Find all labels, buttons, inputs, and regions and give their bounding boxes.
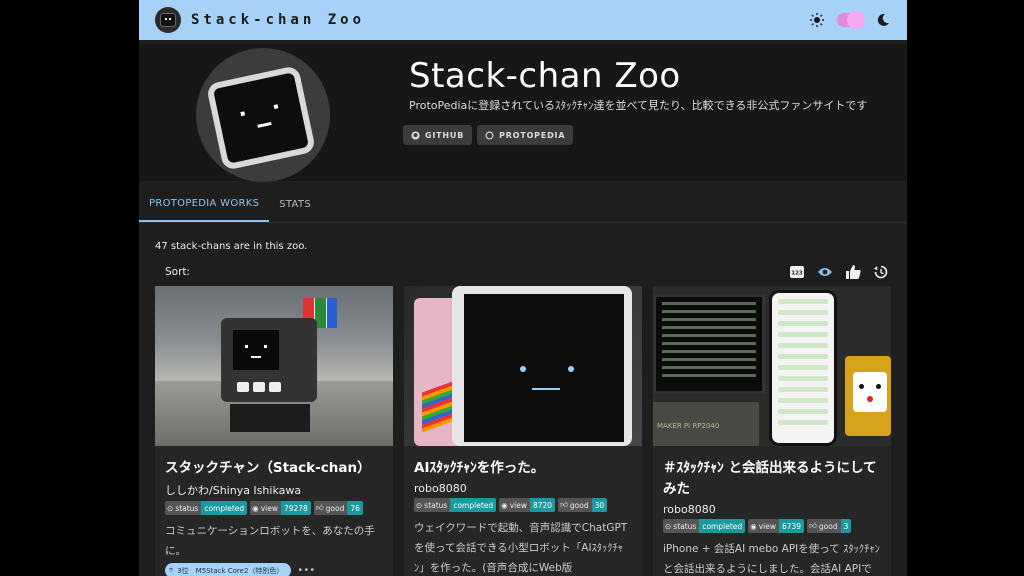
eye-icon: ◉	[501, 500, 508, 510]
sort-row: Sort: 123	[165, 264, 889, 280]
github-label: GITHUB	[425, 130, 465, 140]
check-circle-icon: ⊙	[416, 500, 423, 510]
medal-icon: ⌾	[169, 566, 174, 574]
view-badge: ◉ view 6739	[748, 519, 805, 533]
card-title[interactable]: ＃ｽﾀｯｸﾁｬﾝ と会話出来るようにしてみた	[663, 458, 881, 500]
sun-icon	[807, 10, 827, 30]
sort-label: Sort:	[165, 266, 191, 278]
svg-text:123: 123	[791, 271, 803, 277]
zoo-count: 47 stack-chans are in this zoo.	[155, 241, 308, 252]
eye-icon[interactable]	[817, 264, 833, 280]
thumbs-up-icon[interactable]	[845, 264, 861, 280]
card-author: robo8080	[414, 482, 467, 495]
protopedia-label: PROTOPEDIA	[499, 130, 566, 140]
hero-banner: Stack-chan Zoo ProtoPediaに登録されているｽﾀｯｸﾁｬﾝ…	[139, 44, 907, 182]
eye-icon: ◉	[252, 503, 259, 513]
github-icon	[411, 130, 420, 140]
app-window: Stack-chan Zoo Stack-chan Zoo ProtoPedia…	[139, 0, 907, 576]
card-title[interactable]: AIｽﾀｯｸﾁｬﾝを作った。	[414, 458, 632, 479]
card-thumbnail[interactable]	[404, 286, 642, 446]
work-card[interactable]: スタックチャン（Stack-chan） ししかわ/Shinya Ishikawa…	[155, 286, 393, 576]
status-badge: ⊙ status completed	[663, 519, 746, 533]
brand-title[interactable]: Stack-chan Zoo	[191, 12, 365, 28]
card-description: iPhone + 会話AI mebo APIを使って ｽﾀｯｸﾁｬﾝと会話出来る…	[663, 543, 880, 575]
stack-chan-logo-icon[interactable]	[155, 7, 181, 33]
more-icon[interactable]: •••	[297, 565, 315, 576]
history-icon[interactable]	[873, 264, 889, 280]
thumbs-up-icon: 👍︎	[560, 500, 568, 509]
top-bar: Stack-chan Zoo	[139, 0, 907, 40]
work-card[interactable]: MAKER PI RP2040 ＃ｽﾀｯｸﾁｬﾝ と会話出来るようにしてみた r…	[653, 286, 891, 576]
card-description: コミュニケーションロボットを、あなたの手に。	[165, 525, 375, 557]
good-badge: 👍︎ good 76	[313, 501, 363, 515]
card-author: robo8080	[663, 503, 716, 516]
good-badge: 👍︎ good 3	[807, 519, 852, 533]
status-badge: ⊙ status completed	[414, 498, 497, 512]
numeric-sort-icon[interactable]: 123	[789, 264, 805, 280]
thumbs-up-icon: 👍︎	[315, 503, 324, 512]
card-description: ウェイクワードで起動、音声認識でChatGPTを使って会話できる小型ロボット「A…	[414, 522, 628, 574]
card-thumbnail[interactable]	[155, 286, 393, 446]
ranking-chip[interactable]: ⌾ 3位 M5Stack Core2（特別色）	[165, 563, 292, 576]
check-circle-icon: ⊙	[167, 503, 174, 513]
thumbs-up-icon: 👍︎	[809, 521, 817, 530]
protopedia-icon	[485, 131, 494, 139]
card-title[interactable]: スタックチャン（Stack-chan）	[165, 458, 383, 479]
tab-stats[interactable]: STATS	[269, 187, 321, 222]
card-author: ししかわ/Shinya Ishikawa	[165, 484, 302, 497]
view-badge: ◉ view 8720	[499, 498, 556, 512]
site-description: ProtoPediaに登録されているｽﾀｯｸﾁｬﾝ達を並べて見たり、比較できる非…	[409, 99, 868, 112]
tab-protopedia-works[interactable]: PROTOPEDIA WORKS	[139, 187, 270, 222]
card-thumbnail[interactable]: MAKER PI RP2040	[653, 286, 891, 446]
github-button[interactable]: GITHUB	[403, 125, 473, 145]
tab-bar: PROTOPEDIA WORKS STATS	[139, 187, 907, 223]
good-badge: 👍︎ good 30	[558, 498, 608, 512]
check-circle-icon: ⊙	[665, 521, 672, 531]
moon-icon	[873, 10, 893, 30]
work-card[interactable]: AIｽﾀｯｸﾁｬﾝを作った。 robo8080 ⊙ status completed…	[404, 286, 642, 576]
eye-icon: ◉	[750, 521, 757, 531]
theme-toggle[interactable]	[837, 11, 865, 29]
stack-chan-avatar	[196, 48, 330, 182]
card-grid: スタックチャン（Stack-chan） ししかわ/Shinya Ishikawa…	[155, 286, 891, 576]
protopedia-button[interactable]: PROTOPEDIA	[477, 125, 574, 145]
status-badge: ⊙ status completed	[165, 501, 248, 515]
page-title: Stack-chan Zoo	[409, 56, 681, 96]
view-badge: ◉ view 79278	[250, 501, 311, 515]
